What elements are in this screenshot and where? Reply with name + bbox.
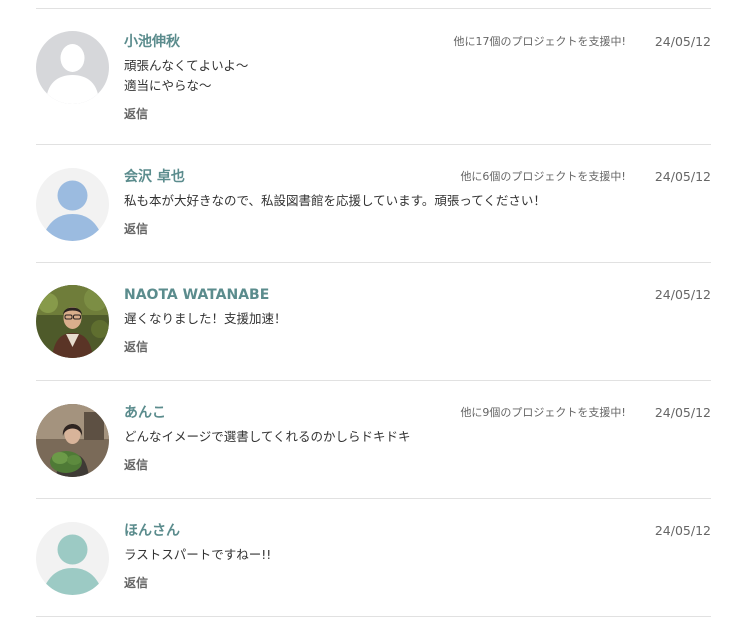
reply-button[interactable]: 返信	[124, 219, 148, 239]
comment-message: 頑張んなくてよいよ〜 適当にやらな〜	[124, 56, 711, 96]
comment-date: 24/05/12	[654, 405, 711, 420]
comment-body: ほんさん 24/05/12 ラストスパートですねー!! 返信	[124, 521, 711, 593]
reply-button[interactable]: 返信	[124, 337, 148, 357]
message-line: 適当にやらな〜	[124, 78, 212, 93]
comment-meta: 他に9個のプロジェクトを支援中! 24/05/12	[460, 403, 711, 423]
avatar[interactable]	[36, 168, 109, 241]
support-count-note: 他に6個のプロジェクトを支援中!	[460, 170, 626, 183]
message-line: 頑張んなくてよいよ〜	[124, 58, 249, 73]
user-placeholder-icon	[36, 522, 109, 595]
comment-body: 小池伸秋 他に17個のプロジェクトを支援中! 24/05/12 頑張んなくてよい…	[124, 32, 711, 124]
comment-message: 遅くなりました！支援加速！	[124, 309, 711, 329]
avatar[interactable]	[36, 522, 109, 595]
user-placeholder-icon	[36, 168, 109, 241]
commenter-name[interactable]: NAOTA WATANABE	[124, 285, 711, 305]
message-line: ラストスパートですねー!!	[124, 547, 272, 562]
comment-date: 24/05/12	[654, 523, 711, 538]
comment-list: 小池伸秋 他に17個のプロジェクトを支援中! 24/05/12 頑張んなくてよい…	[36, 8, 711, 617]
commenter-name[interactable]: ほんさん	[124, 521, 711, 541]
comment-body: あんこ 他に9個のプロジェクトを支援中! 24/05/12 どんなイメージで選書…	[124, 403, 711, 475]
comment-item: 小池伸秋 他に17個のプロジェクトを支援中! 24/05/12 頑張んなくてよい…	[36, 9, 711, 145]
message-line: 遅くなりました！支援加速！	[124, 311, 287, 326]
comment-item: 会沢 卓也 他に6個のプロジェクトを支援中! 24/05/12 私も本が大好きな…	[36, 145, 711, 263]
comment-body: 会沢 卓也 他に6個のプロジェクトを支援中! 24/05/12 私も本が大好きな…	[124, 167, 711, 239]
comment-date: 24/05/12	[654, 287, 711, 302]
avatar[interactable]	[36, 404, 109, 477]
message-line: どんなイメージで選書してくれるのかしらドキドキ	[124, 429, 411, 444]
comment-meta: 24/05/12	[655, 285, 711, 305]
user-photo-icon	[36, 285, 109, 358]
comment-date: 24/05/12	[654, 34, 711, 49]
user-photo-icon	[36, 404, 109, 477]
comment-date: 24/05/12	[654, 169, 711, 184]
comment-meta: 他に6個のプロジェクトを支援中! 24/05/12	[460, 167, 711, 187]
avatar[interactable]	[36, 285, 109, 358]
comment-message: 私も本が大好きなので、私設図書館を応援しています。頑張ってください！	[124, 191, 711, 211]
support-count-note: 他に17個のプロジェクトを支援中!	[453, 35, 626, 48]
support-count-note: 他に9個のプロジェクトを支援中!	[460, 406, 626, 419]
comment-item: ほんさん 24/05/12 ラストスパートですねー!! 返信	[36, 499, 711, 617]
comment-message: ラストスパートですねー!!	[124, 545, 711, 565]
message-line: 私も本が大好きなので、私設図書館を応援しています。頑張ってください！	[124, 193, 546, 208]
reply-button[interactable]: 返信	[124, 104, 148, 124]
user-silhouette-icon	[36, 31, 109, 104]
reply-button[interactable]: 返信	[124, 455, 148, 475]
comment-body: NAOTA WATANABE 24/05/12 遅くなりました！支援加速！ 返信	[124, 285, 711, 357]
comment-item: あんこ 他に9個のプロジェクトを支援中! 24/05/12 どんなイメージで選書…	[36, 381, 711, 499]
reply-button[interactable]: 返信	[124, 573, 148, 593]
comment-message: どんなイメージで選書してくれるのかしらドキドキ	[124, 427, 711, 447]
comment-item: NAOTA WATANABE 24/05/12 遅くなりました！支援加速！ 返信	[36, 263, 711, 381]
comment-meta: 24/05/12	[655, 521, 711, 541]
avatar[interactable]	[36, 31, 109, 104]
comment-meta: 他に17個のプロジェクトを支援中! 24/05/12	[453, 32, 711, 52]
